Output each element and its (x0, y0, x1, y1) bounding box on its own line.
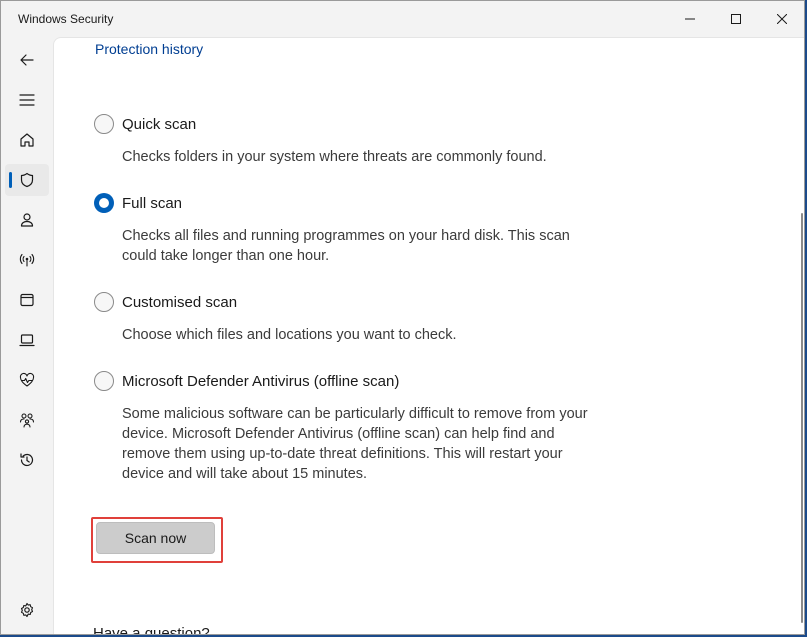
protection-history-link[interactable]: Protection history (95, 41, 203, 57)
person-icon (20, 213, 34, 227)
sidebar-item-device-security[interactable] (5, 324, 49, 356)
close-button[interactable] (759, 1, 804, 37)
radio-label: Full scan (122, 194, 183, 212)
radio-label: Microsoft Defender Antivirus (offline sc… (122, 372, 400, 390)
home-icon (20, 133, 34, 147)
radio-label: Customised scan (122, 293, 238, 311)
radio-button[interactable] (94, 371, 114, 391)
sidebar-item-app-browser-control[interactable] (5, 284, 49, 316)
sidebar-item-firewall-network[interactable] (5, 244, 49, 276)
radio-offline-scan[interactable]: Microsoft Defender Antivirus (offline sc… (94, 371, 399, 391)
shield-icon (20, 172, 34, 188)
heart-pulse-icon (19, 372, 35, 387)
gear-icon (20, 602, 34, 618)
sidebar-item-device-performance[interactable] (5, 364, 49, 396)
main-content: Protection history Quick scan Checks fol… (53, 37, 804, 635)
minimize-button[interactable] (667, 1, 713, 37)
option-description: Some malicious software can be particula… (122, 406, 588, 482)
back-button[interactable] (5, 44, 49, 76)
have-a-question-heading: Have a question? (93, 625, 210, 635)
hamburger-menu-icon (19, 94, 35, 106)
radio-quick-scan[interactable]: Quick scan (94, 114, 196, 134)
option-description: Choose which files and locations you wan… (122, 327, 457, 343)
radio-label: Quick scan (122, 115, 197, 133)
app-window-icon (20, 293, 34, 307)
radio-button[interactable] (94, 114, 114, 134)
family-icon (19, 413, 35, 428)
scrollbar[interactable] (801, 213, 803, 623)
close-icon (777, 14, 787, 24)
scan-now-button[interactable]: Scan now (96, 522, 215, 554)
sidebar-item-family-options[interactable] (5, 404, 49, 436)
active-indicator (9, 172, 12, 188)
windows-security-window: Windows Security Protection history Quic… (0, 0, 805, 635)
sidebar-item-settings[interactable] (5, 594, 49, 626)
option-description: Checks all files and running programmes … (122, 228, 570, 264)
option-description: Checks folders in your system where thre… (122, 149, 547, 165)
sidebar (1, 37, 53, 634)
minimize-icon (685, 18, 695, 20)
wifi-antenna-icon (19, 253, 35, 267)
sidebar-item-home[interactable] (5, 124, 49, 156)
sidebar-item-account-protection[interactable] (5, 204, 49, 236)
sidebar-item-protection-history[interactable] (5, 444, 49, 476)
history-icon (20, 453, 34, 467)
radio-full-scan[interactable]: Full scan (94, 193, 182, 213)
radio-button-selected[interactable] (94, 193, 114, 213)
maximize-icon (731, 14, 741, 24)
back-arrow-icon (20, 54, 34, 66)
maximize-button[interactable] (713, 1, 759, 37)
menu-button[interactable] (5, 84, 49, 116)
title-bar: Windows Security (1, 1, 804, 37)
sidebar-item-virus-protection[interactable] (5, 164, 49, 196)
radio-button[interactable] (94, 292, 114, 312)
window-title: Windows Security (18, 12, 114, 26)
laptop-icon (19, 334, 35, 347)
radio-customised-scan[interactable]: Customised scan (94, 292, 237, 312)
